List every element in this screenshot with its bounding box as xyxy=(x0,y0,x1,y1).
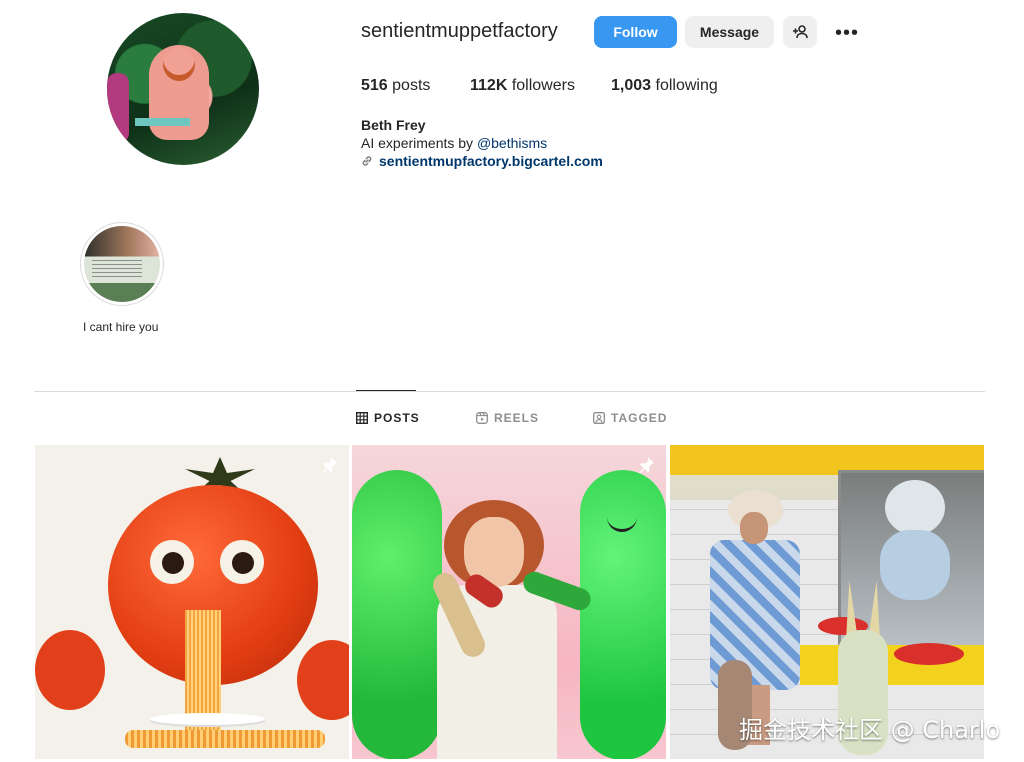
tabs-divider xyxy=(34,391,985,392)
pinned-icon xyxy=(639,457,654,474)
small-tomato-right xyxy=(297,640,349,720)
tab-reels-label: REELS xyxy=(494,411,540,425)
active-tab-indicator xyxy=(356,390,416,391)
bio-mention-link[interactable]: @bethisms xyxy=(477,135,547,151)
profile-username: sentientmuppetfactory xyxy=(361,20,558,42)
green-muppet-right xyxy=(580,470,666,759)
post-thumbnail[interactable] xyxy=(352,445,666,759)
message-button[interactable]: Message xyxy=(685,16,774,48)
profile-avatar[interactable] xyxy=(107,13,259,165)
story-highlight[interactable] xyxy=(80,222,164,306)
post-thumbnail[interactable] xyxy=(35,445,349,759)
more-options-icon[interactable]: ••• xyxy=(835,22,859,45)
followers-count: 112K xyxy=(470,77,508,94)
tomato-eye-left xyxy=(150,540,194,584)
add-person-icon xyxy=(793,25,808,39)
tab-tagged-label: TAGGED xyxy=(611,411,668,425)
green-muppet-left xyxy=(352,470,442,759)
small-tomato-left xyxy=(35,630,105,710)
highlight-cover xyxy=(84,226,160,302)
highlight-label: I cant hire you xyxy=(83,320,159,334)
followers-label: followers xyxy=(507,77,575,94)
posts-stat: 516 posts xyxy=(361,77,430,95)
tomato-eye-right xyxy=(220,540,264,584)
plate xyxy=(150,713,265,725)
pinned-icon xyxy=(322,457,337,474)
posts-count: 516 xyxy=(361,77,388,94)
profile-bio: AI experiments by @bethisms xyxy=(361,135,547,151)
tab-reels[interactable]: REELS xyxy=(476,411,539,425)
followers-stat[interactable]: 112K followers xyxy=(470,77,575,95)
reels-icon xyxy=(476,412,488,424)
watermark: 掘金技术社区 @ Charlo xyxy=(739,716,1001,744)
bio-text: AI experiments by xyxy=(361,135,477,151)
grid-icon xyxy=(356,412,368,424)
avatar-head xyxy=(163,47,195,81)
sink-right xyxy=(894,643,964,665)
tab-posts-label: POSTS xyxy=(374,411,420,425)
posts-label: posts xyxy=(387,77,431,94)
avatar-leaf xyxy=(107,73,129,143)
tab-posts[interactable]: POSTS xyxy=(356,411,420,425)
following-stat[interactable]: 1,003 following xyxy=(611,77,718,95)
tagged-icon xyxy=(593,412,605,424)
suggested-accounts-button[interactable] xyxy=(783,16,817,48)
following-label: following xyxy=(651,77,718,94)
following-count: 1,003 xyxy=(611,77,652,94)
link-icon xyxy=(362,156,372,166)
avatar-chair xyxy=(135,118,190,126)
profile-external-link[interactable]: sentientmupfactory.bigcartel.com xyxy=(361,153,603,169)
spaghetti-pile xyxy=(125,730,325,748)
external-link-text: sentientmupfactory.bigcartel.com xyxy=(379,153,603,169)
profile-full-name: Beth Frey xyxy=(361,117,426,133)
follow-button[interactable]: Follow xyxy=(594,16,677,48)
tab-tagged[interactable]: TAGGED xyxy=(593,411,667,425)
bear-reflection xyxy=(880,480,950,600)
